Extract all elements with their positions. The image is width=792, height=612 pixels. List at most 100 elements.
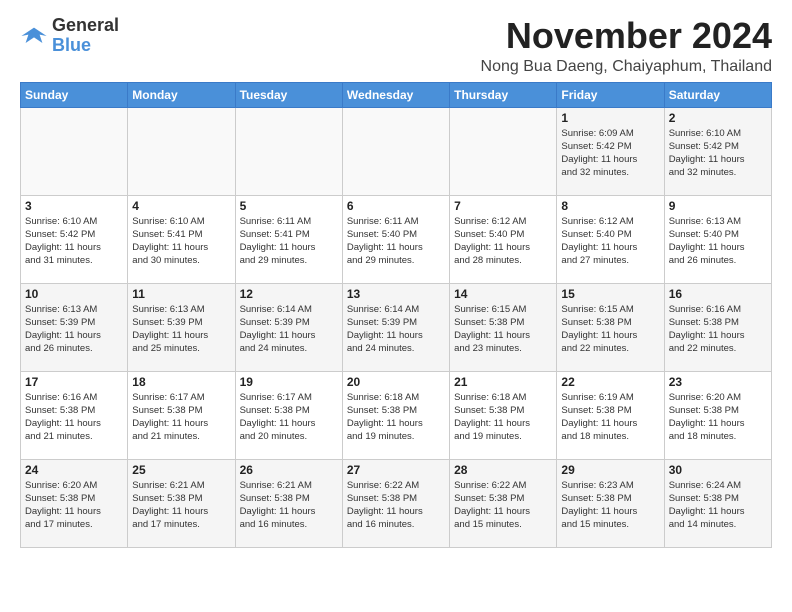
day-info: Sunrise: 6:16 AMSunset: 5:38 PMDaylight:…	[25, 391, 123, 444]
day-number: 30	[669, 463, 767, 477]
month-year-title: November 2024	[481, 16, 772, 56]
calendar-cell: 1 Sunrise: 6:09 AMSunset: 5:42 PMDaylight…	[557, 107, 664, 195]
logo-line1: General	[52, 16, 119, 36]
day-number: 4	[132, 199, 230, 213]
day-number: 14	[454, 287, 552, 301]
day-info: Sunrise: 6:21 AMSunset: 5:38 PMDaylight:…	[132, 479, 230, 532]
calendar-cell: 8 Sunrise: 6:12 AMSunset: 5:40 PMDaylight…	[557, 195, 664, 283]
calendar-cell: 16 Sunrise: 6:16 AMSunset: 5:38 PMDayligh…	[664, 283, 771, 371]
day-number: 19	[240, 375, 338, 389]
calendar-week-row: 10 Sunrise: 6:13 AMSunset: 5:39 PMDayligh…	[21, 283, 772, 371]
calendar-cell: 19 Sunrise: 6:17 AMSunset: 5:38 PMDayligh…	[235, 371, 342, 459]
calendar-cell: 27Sunrise: 6:22 AMSunset: 5:38 PMDayligh…	[342, 459, 449, 547]
day-info: Sunrise: 6:17 AMSunset: 5:38 PMDaylight:…	[132, 391, 230, 444]
calendar-cell: 25 Sunrise: 6:21 AMSunset: 5:38 PMDayligh…	[128, 459, 235, 547]
day-info: Sunrise: 6:10 AMSunset: 5:42 PMDaylight:…	[25, 215, 123, 268]
day-number: 18	[132, 375, 230, 389]
day-number: 13	[347, 287, 445, 301]
day-number: 16	[669, 287, 767, 301]
calendar-cell: 3Sunrise: 6:10 AMSunset: 5:42 PMDaylight…	[21, 195, 128, 283]
day-number: 12	[240, 287, 338, 301]
day-number: 22	[561, 375, 659, 389]
title-block: November 2024 Nong Bua Daeng, Chaiyaphum…	[481, 16, 772, 76]
day-info: Sunrise: 6:18 AMSunset: 5:38 PMDaylight:…	[347, 391, 445, 444]
day-info: Sunrise: 6:13 AMSunset: 5:40 PMDaylight:…	[669, 215, 767, 268]
day-number: 8	[561, 199, 659, 213]
calendar-cell: 12 Sunrise: 6:14 AMSunset: 5:39 PMDayligh…	[235, 283, 342, 371]
calendar-cell: 22 Sunrise: 6:19 AMSunset: 5:38 PMDayligh…	[557, 371, 664, 459]
calendar-cell: 10 Sunrise: 6:13 AMSunset: 5:39 PMDayligh…	[21, 283, 128, 371]
calendar-cell: 9 Sunrise: 6:13 AMSunset: 5:40 PMDaylight…	[664, 195, 771, 283]
day-number: 9	[669, 199, 767, 213]
day-number: 27	[347, 463, 445, 477]
column-header-sunday: Sunday	[21, 82, 128, 107]
day-number: 6	[347, 199, 445, 213]
day-info: Sunrise: 6:21 AMSunset: 5:38 PMDaylight:…	[240, 479, 338, 532]
day-info: Sunrise: 6:12 AMSunset: 5:40 PMDaylight:…	[561, 215, 659, 268]
calendar-cell: 5 Sunrise: 6:11 AMSunset: 5:41 PMDaylight…	[235, 195, 342, 283]
day-info: Sunrise: 6:15 AMSunset: 5:38 PMDaylight:…	[454, 303, 552, 356]
calendar-cell: 6 Sunrise: 6:11 AMSunset: 5:40 PMDaylight…	[342, 195, 449, 283]
day-number: 1	[561, 111, 659, 125]
day-number: 23	[669, 375, 767, 389]
calendar-cell: 21 Sunrise: 6:18 AMSunset: 5:38 PMDayligh…	[450, 371, 557, 459]
location-subtitle: Nong Bua Daeng, Chaiyaphum, Thailand	[481, 58, 772, 76]
calendar-cell: 4 Sunrise: 6:10 AMSunset: 5:41 PMDaylight…	[128, 195, 235, 283]
logo: General Blue	[20, 16, 119, 56]
calendar-table: SundayMondayTuesdayWednesdayThursdayFrid…	[20, 82, 772, 548]
day-info: Sunrise: 6:11 AMSunset: 5:41 PMDaylight:…	[240, 215, 338, 268]
calendar-cell: 11 Sunrise: 6:13 AMSunset: 5:39 PMDayligh…	[128, 283, 235, 371]
day-number: 2	[669, 111, 767, 125]
day-info: Sunrise: 6:14 AMSunset: 5:39 PMDaylight:…	[347, 303, 445, 356]
calendar-cell: 26Sunrise: 6:21 AMSunset: 5:38 PMDayligh…	[235, 459, 342, 547]
calendar-week-row: 1 Sunrise: 6:09 AMSunset: 5:42 PMDaylight…	[21, 107, 772, 195]
calendar-week-row: 3Sunrise: 6:10 AMSunset: 5:42 PMDaylight…	[21, 195, 772, 283]
day-number: 10	[25, 287, 123, 301]
calendar-cell	[450, 107, 557, 195]
day-info: Sunrise: 6:09 AMSunset: 5:42 PMDaylight:…	[561, 127, 659, 180]
calendar-header-row: SundayMondayTuesdayWednesdayThursdayFrid…	[21, 82, 772, 107]
day-number: 21	[454, 375, 552, 389]
column-header-monday: Monday	[128, 82, 235, 107]
day-info: Sunrise: 6:12 AMSunset: 5:40 PMDaylight:…	[454, 215, 552, 268]
calendar-cell	[21, 107, 128, 195]
day-info: Sunrise: 6:17 AMSunset: 5:38 PMDaylight:…	[240, 391, 338, 444]
day-number: 17	[25, 375, 123, 389]
day-number: 28	[454, 463, 552, 477]
calendar-cell: 29Sunrise: 6:23 AMSunset: 5:38 PMDayligh…	[557, 459, 664, 547]
day-info: Sunrise: 6:16 AMSunset: 5:38 PMDaylight:…	[669, 303, 767, 356]
calendar-week-row: 17 Sunrise: 6:16 AMSunset: 5:38 PMDayligh…	[21, 371, 772, 459]
calendar-cell: 7 Sunrise: 6:12 AMSunset: 5:40 PMDaylight…	[450, 195, 557, 283]
day-number: 7	[454, 199, 552, 213]
day-info: Sunrise: 6:13 AMSunset: 5:39 PMDaylight:…	[25, 303, 123, 356]
logo-line2: Blue	[52, 36, 119, 56]
day-info: Sunrise: 6:13 AMSunset: 5:39 PMDaylight:…	[132, 303, 230, 356]
day-info: Sunrise: 6:10 AMSunset: 5:41 PMDaylight:…	[132, 215, 230, 268]
calendar-week-row: 24Sunrise: 6:20 AMSunset: 5:38 PMDayligh…	[21, 459, 772, 547]
day-number: 11	[132, 287, 230, 301]
column-header-saturday: Saturday	[664, 82, 771, 107]
calendar-cell: 24Sunrise: 6:20 AMSunset: 5:38 PMDayligh…	[21, 459, 128, 547]
calendar-cell: 2 Sunrise: 6:10 AMSunset: 5:42 PMDaylight…	[664, 107, 771, 195]
calendar-cell: 20Sunrise: 6:18 AMSunset: 5:38 PMDayligh…	[342, 371, 449, 459]
day-info: Sunrise: 6:20 AMSunset: 5:38 PMDaylight:…	[25, 479, 123, 532]
day-info: Sunrise: 6:15 AMSunset: 5:38 PMDaylight:…	[561, 303, 659, 356]
day-info: Sunrise: 6:18 AMSunset: 5:38 PMDaylight:…	[454, 391, 552, 444]
day-number: 5	[240, 199, 338, 213]
day-number: 25	[132, 463, 230, 477]
logo-text: General Blue	[52, 16, 119, 56]
calendar-cell: 30 Sunrise: 6:24 AMSunset: 5:38 PMDayligh…	[664, 459, 771, 547]
calendar-cell	[128, 107, 235, 195]
day-number: 15	[561, 287, 659, 301]
day-info: Sunrise: 6:14 AMSunset: 5:39 PMDaylight:…	[240, 303, 338, 356]
day-info: Sunrise: 6:19 AMSunset: 5:38 PMDaylight:…	[561, 391, 659, 444]
calendar-cell: 14 Sunrise: 6:15 AMSunset: 5:38 PMDayligh…	[450, 283, 557, 371]
day-info: Sunrise: 6:11 AMSunset: 5:40 PMDaylight:…	[347, 215, 445, 268]
calendar-cell	[342, 107, 449, 195]
day-info: Sunrise: 6:10 AMSunset: 5:42 PMDaylight:…	[669, 127, 767, 180]
day-info: Sunrise: 6:20 AMSunset: 5:38 PMDaylight:…	[669, 391, 767, 444]
calendar-cell: 23 Sunrise: 6:20 AMSunset: 5:38 PMDayligh…	[664, 371, 771, 459]
day-info: Sunrise: 6:24 AMSunset: 5:38 PMDaylight:…	[669, 479, 767, 532]
day-number: 29	[561, 463, 659, 477]
page-header: General Blue November 2024 Nong Bua Daen…	[20, 16, 772, 76]
